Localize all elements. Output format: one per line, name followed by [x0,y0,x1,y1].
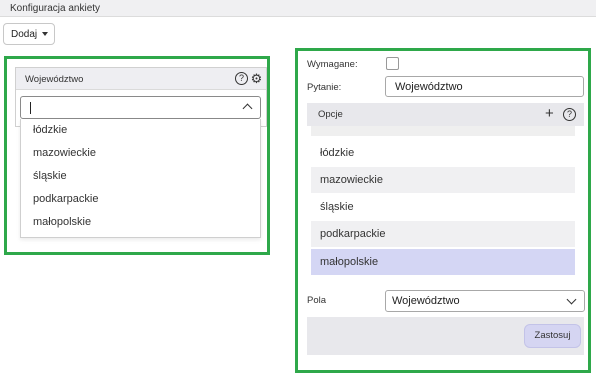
page-title: Konfiguracja ankiety [10,3,101,14]
top-bar: Konfiguracja ankiety [0,0,596,17]
add-button-label: Dodaj [11,28,38,40]
required-checkbox[interactable] [386,57,399,70]
caret-down-icon [42,32,49,36]
chevron-up-icon[interactable] [242,103,253,114]
dropdown-option[interactable]: podkarpackie [33,193,98,205]
required-label: Wymagane: [307,59,358,70]
gear-icon[interactable]: ⚙ [250,72,263,85]
widget-header: Województwo ? ⚙ [16,68,266,90]
dropdown-option[interactable]: łódzkie [33,124,67,136]
dropdown-list: łódzkie mazowieckie śląskie podkarpackie… [20,119,261,238]
add-button[interactable]: Dodaj [3,23,55,45]
apply-button[interactable]: Zastosuj [524,324,581,348]
add-option-icon[interactable]: + [545,105,554,122]
dropdown-option[interactable]: śląskie [33,170,67,182]
chevron-down-icon [566,294,577,305]
field-select[interactable]: Województwo [385,290,585,312]
option-row[interactable]: śląskie [311,194,575,220]
question-input[interactable]: Województwo [385,76,584,97]
option-row[interactable]: podkarpackie [311,221,575,247]
options-list: łódzkie mazowieckie śląskie podkarpackie… [307,126,584,282]
options-scroll-edge [311,126,575,136]
option-row[interactable]: mazowieckie [311,167,575,193]
field-label: Pola [307,295,327,306]
dropdown-option[interactable]: mazowieckie [33,147,96,159]
options-label: Opcje [318,109,343,120]
region-dropdown-input[interactable] [20,96,261,119]
field-select-value: Województwo [392,295,460,307]
widget-title: Województwo [25,74,84,85]
dropdown-option[interactable]: małopolskie [33,216,91,228]
text-cursor [30,102,31,114]
option-row[interactable]: łódzkie [311,140,575,166]
help-icon[interactable]: ? [563,108,576,121]
options-header: Opcje + ? [307,103,584,126]
help-icon[interactable]: ? [235,72,248,85]
question-label: Pytanie: [307,82,342,93]
option-row-selected[interactable]: małopolskie [311,249,575,275]
